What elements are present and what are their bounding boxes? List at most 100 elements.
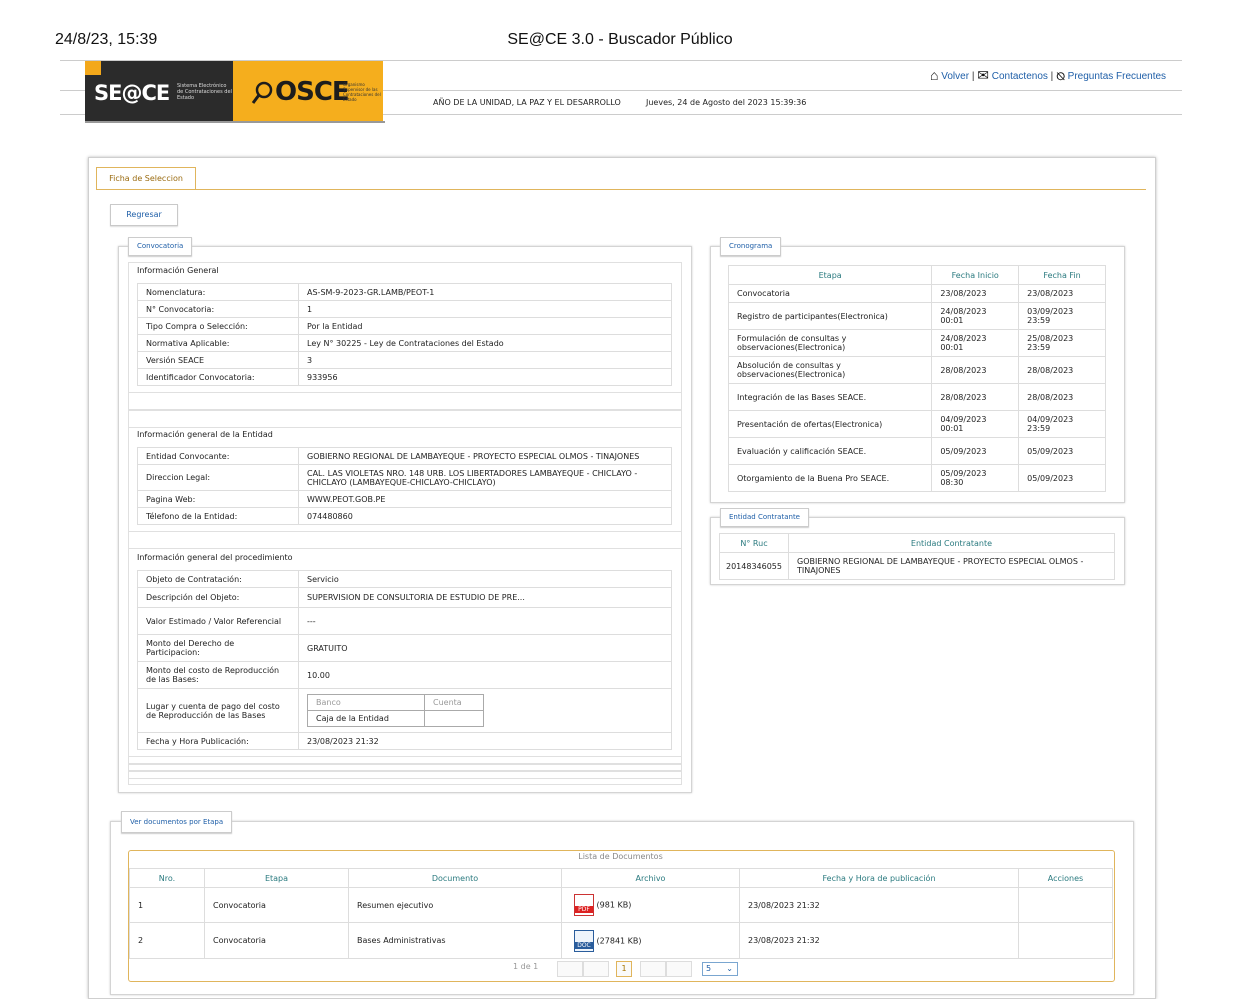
file-size: (27841 KB) — [596, 936, 642, 945]
top-links: ⌂ Volver | ✉ Contactenos | ⦰ Preguntas F… — [930, 67, 1166, 84]
field-label: Nomenclatura: — [137, 283, 299, 301]
etapa-cell: Evaluación y calificación SEACE. — [727, 437, 933, 465]
etapa-cell: Convocatoria — [204, 922, 349, 959]
contactenos-link[interactable]: Contactenos — [992, 71, 1048, 82]
table-row: Descripción del Objeto: SUPERVISION DE CO… — [137, 587, 672, 608]
entidad-contratante-legend: Entidad Contratante — [720, 508, 809, 527]
pager-current-page[interactable]: 1 — [616, 961, 632, 977]
cuenta-value — [424, 710, 484, 727]
field-value: CAL. LAS VIOLETAS NRO. 148 URB. LOS LIBE… — [298, 464, 672, 491]
field-value: GRATUITO — [298, 634, 672, 662]
link-separator: | — [1050, 71, 1054, 82]
etapa-cell: Formulación de consultas y observaciones… — [727, 329, 933, 357]
current-datetime: Jueves, 24 de Agosto del 2023 15:39:36 — [646, 98, 807, 107]
link-separator: | — [971, 71, 975, 82]
pager-first-button[interactable] — [557, 961, 583, 977]
fecha-inicio-cell: 24/08/2023 00:01 — [931, 329, 1020, 357]
table-row: Absolución de consultas y observaciones(… — [727, 356, 1106, 384]
info-general-table: Nomenclatura: AS-SM-9-2023-GR.LAMB/PEOT-1… — [137, 283, 672, 386]
fecha-inicio-cell: 05/09/2023 08:30 — [931, 464, 1020, 492]
per-page-value: 5 — [706, 964, 712, 973]
field-label: Monto del Derecho de Participacion: — [137, 634, 299, 662]
volver-link[interactable]: Volver — [941, 71, 969, 82]
pager-next-button[interactable] — [640, 961, 666, 977]
logo-shadow — [85, 121, 385, 123]
info-procedimiento-title: Información general del procedimiento — [137, 553, 293, 562]
seace-logo-subtitle: Sistema Electrónico de Contrataciones de… — [177, 83, 232, 101]
convocatoria-legend: Convocatoria — [128, 237, 193, 256]
table-row: Entidad Convocante: GOBIERNO REGIONAL DE … — [137, 447, 672, 465]
column-header: Documento — [348, 868, 562, 888]
column-header: Acciones — [1018, 868, 1113, 888]
field-label: Objeto de Contratación: — [137, 570, 299, 588]
etapa-cell: Registro de participantes(Electronica) — [727, 302, 933, 330]
seace-logo-text: SE@CE — [94, 81, 170, 105]
cuenta-header: Cuenta — [424, 694, 484, 711]
chevron-down-icon: ⌄ — [726, 964, 733, 973]
archivo-cell: DOC (27841 KB) — [561, 922, 740, 959]
nro-cell: 1 — [129, 887, 205, 923]
table-row: 1 Convocatoria Resumen ejecutivo PDF (98… — [129, 887, 1113, 923]
ver-documentos-legend[interactable]: Ver documentos por Etapa — [121, 811, 233, 833]
per-page-select[interactable]: 5 ⌄ — [702, 962, 738, 976]
pager-prev-button[interactable] — [583, 961, 609, 977]
column-header: Fecha Fin — [1018, 265, 1106, 285]
regresar-button[interactable]: Regresar — [110, 204, 178, 226]
spacer-row — [128, 409, 682, 428]
info-entidad-title: Información general de la Entidad — [137, 430, 273, 439]
column-header: N° Ruc — [719, 533, 789, 553]
seace-logo-corner — [85, 61, 101, 75]
field-label: Lugar y cuenta de pago del costo de Repr… — [137, 688, 299, 733]
seace-logo[interactable]: SE@CE Sistema Electrónico de Contratacio… — [85, 61, 233, 121]
etapa-cell: Otorgamiento de la Buena Pro SEACE. — [727, 464, 933, 492]
table-row: 2 Convocatoria Bases Administrativas DOC… — [129, 922, 1113, 959]
field-label: N° Convocatoria: — [137, 300, 299, 318]
entidad-contratante-table: N° Ruc Entidad Contratante 20148346055 G… — [719, 533, 1115, 580]
faq-link[interactable]: Preguntas Frecuentes — [1068, 71, 1166, 82]
table-row: Identificador Convocatoria: 933956 — [137, 368, 672, 386]
field-value: 933956 — [298, 368, 672, 386]
field-value: WWW.PEOT.GOB.PE — [298, 490, 672, 508]
pago-cell: Banco Cuenta Caja de la Entidad — [298, 688, 672, 733]
documento-cell: Resumen ejecutivo — [348, 887, 562, 923]
mail-icon: ✉ — [977, 67, 989, 83]
field-label: Versión SEACE — [137, 351, 299, 369]
column-header: Entidad Contratante — [788, 533, 1115, 553]
table-header-row: Etapa Fecha Inicio Fecha Fin — [727, 265, 1106, 285]
column-header: Fecha Inicio — [931, 265, 1020, 285]
lista-documentos-title: Lista de Documentos — [578, 852, 663, 861]
table-row: Objeto de Contratación: Servicio — [137, 570, 672, 588]
pdf-icon[interactable]: PDF — [574, 894, 594, 916]
fecha-fin-cell: 03/09/2023 23:59 — [1018, 302, 1106, 330]
entidad-cell: GOBIERNO REGIONAL DE LAMBAYEQUE - PROYEC… — [788, 552, 1115, 580]
table-row: Otorgamiento de la Buena Pro SEACE. 05/09… — [727, 464, 1106, 492]
field-label: Descripción del Objeto: — [137, 587, 299, 608]
fecha-inicio-cell: 23/08/2023 — [931, 284, 1020, 303]
fecha-fin-cell: 05/09/2023 — [1018, 464, 1106, 492]
pager-last-button[interactable] — [666, 961, 692, 977]
tab-ficha-seleccion[interactable]: Ficha de Seleccion — [96, 167, 196, 190]
field-value: 1 — [298, 300, 672, 318]
motto: AÑO DE LA UNIDAD, LA PAZ Y EL DESARROLLO — [433, 98, 621, 107]
field-label: Pagina Web: — [137, 490, 299, 508]
field-value: 074480860 — [298, 507, 672, 525]
info-procedimiento-table: Objeto de Contratación: Servicio Descripc… — [137, 570, 672, 750]
table-row: Formulación de consultas y observaciones… — [727, 329, 1106, 357]
field-label: Tipo Compra o Selección: — [137, 317, 299, 335]
field-label: Direccion Legal: — [137, 464, 299, 491]
field-value: Servicio — [298, 570, 672, 588]
table-row: Normativa Aplicable: Ley N° 30225 - Ley d… — [137, 334, 672, 352]
column-header: Nro. — [129, 868, 205, 888]
fecha-inicio-cell: 24/08/2023 00:01 — [931, 302, 1020, 330]
table-row: Télefono de la Entidad: 074480860 — [137, 507, 672, 525]
doc-icon[interactable]: DOC — [574, 929, 594, 952]
info-general-title: Información General — [137, 266, 219, 275]
fecha-cell: 23/08/2023 21:32 — [739, 922, 1019, 959]
osce-logo[interactable]: OSCE Organismo Supervisor de las Contrat… — [233, 61, 383, 121]
fecha-inicio-cell: 04/09/2023 00:01 — [931, 410, 1020, 438]
field-label: Entidad Convocante: — [137, 447, 299, 465]
pago-table: Banco Cuenta Caja de la Entidad — [307, 694, 484, 727]
field-value: GOBIERNO REGIONAL DE LAMBAYEQUE - PROYEC… — [298, 447, 672, 465]
magnifier-icon — [251, 81, 273, 104]
etapa-cell: Convocatoria — [204, 887, 349, 923]
